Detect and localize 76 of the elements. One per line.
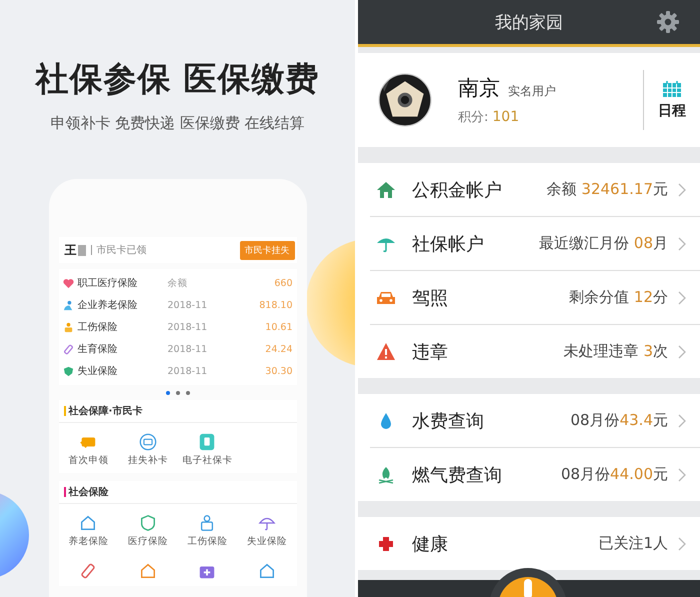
worker-icon — [62, 322, 74, 332]
account-row[interactable]: 驾照 剩余分值 12分 — [370, 270, 700, 324]
insurance-name: 生育保险 — [78, 342, 118, 356]
shield-icon — [62, 366, 74, 376]
insurance-date: 2018-11 — [168, 344, 208, 354]
warning-icon — [376, 342, 396, 362]
account-row[interactable]: 水费查询 08月份43.4元 — [370, 394, 700, 447]
house-icon[interactable] — [138, 562, 157, 580]
card-holder-name: 王 — [64, 242, 76, 258]
page-title: 我的家园 — [495, 12, 563, 34]
row-value: 剩余分值 12分 — [569, 288, 668, 307]
flame-icon — [376, 464, 396, 484]
schedule-button[interactable]: 日程 — [643, 70, 700, 130]
section-title: 社会保障·市民卡 — [68, 404, 142, 418]
insurance-name: 职工医疗保险 — [78, 276, 138, 290]
insurance-date: 2018-11 — [168, 366, 208, 376]
account-row[interactable]: 公积金帐户 余额 32461.17元 — [370, 163, 700, 216]
microphone-button-icon[interactable] — [488, 567, 568, 597]
row-value: 最近缴汇月份 08月 — [539, 234, 668, 253]
account-row[interactable]: 违章 未处理违章 3次 — [370, 324, 700, 378]
insurance-amount: 24.24 — [265, 344, 292, 354]
headline: 社保参保 医保缴费 — [35, 58, 320, 100]
insurance-date: 2018-11 — [168, 322, 208, 332]
shield-icon[interactable] — [138, 514, 157, 532]
heart-icon — [62, 278, 74, 288]
circlecard-icon[interactable] — [138, 433, 157, 451]
user-status: 实名用户 — [508, 83, 556, 100]
card-status: 市民卡已领 — [96, 244, 148, 257]
service-label: 工伤保险 — [187, 535, 228, 548]
insurance-date: 余额 — [168, 276, 188, 290]
insurance-amount: 660 — [274, 278, 292, 288]
section-title: 社会保险 — [68, 486, 108, 499]
points-label: 积分: — [458, 109, 488, 126]
subline: 申领补卡 免费快递 医保缴费 在线结算 — [50, 114, 305, 133]
insurance-name: 失业保险 — [78, 364, 118, 378]
service-label: 养老保险 — [68, 535, 108, 548]
bottle-icon[interactable] — [79, 562, 98, 580]
insurance-amount: 30.30 — [265, 366, 292, 376]
insurance-name: 工伤保险 — [78, 321, 118, 334]
service-label: 电子社保卡 — [182, 454, 232, 467]
insurance-name: 企业养老保险 — [78, 298, 138, 312]
blurred-name-icon — [78, 244, 86, 256]
chevron-icon — [678, 236, 686, 250]
chevron-icon — [678, 468, 686, 482]
house-icon — [376, 180, 396, 200]
bottle-icon — [62, 344, 74, 354]
account-row[interactable]: 燃气费查询 08月份44.00元 — [370, 447, 700, 501]
row-value: 已关注1人 — [598, 534, 668, 553]
pager-dot[interactable] — [176, 391, 180, 395]
service-label: 医疗保险 — [128, 535, 168, 548]
person-icon — [62, 300, 74, 310]
chevron-icon — [678, 182, 686, 196]
row-value: 08月份43.4元 — [570, 411, 668, 430]
chevron-icon — [678, 536, 686, 550]
service-label: 失业保险 — [246, 535, 287, 548]
account-row[interactable]: 社保帐户 最近缴汇月份 08月 — [370, 216, 700, 270]
service-label: 首次申领 — [68, 454, 108, 467]
chevron-icon — [678, 414, 686, 428]
pager-dot[interactable] — [186, 391, 190, 395]
row-value: 未处理违章 3次 — [564, 342, 668, 361]
row-value: 08月份44.00元 — [560, 465, 668, 484]
settings-icon[interactable] — [656, 10, 680, 34]
phonecard-icon[interactable] — [198, 433, 216, 451]
chevron-icon — [678, 344, 686, 358]
insurance-date: 2018-11 — [168, 300, 208, 310]
pager-dot[interactable] — [166, 391, 170, 395]
row-value: 余额 32461.17元 — [546, 180, 668, 199]
calendar-icon — [662, 80, 682, 98]
house-icon[interactable] — [258, 562, 276, 580]
insurance-amount: 10.61 — [265, 322, 292, 332]
insurance-amount: 818.10 — [259, 300, 292, 310]
service-label: 挂失补卡 — [128, 454, 168, 467]
house-icon[interactable] — [79, 514, 98, 532]
points-value: 101 — [492, 109, 520, 125]
chevron-icon — [678, 290, 686, 304]
user-name: 南京 — [458, 75, 500, 102]
